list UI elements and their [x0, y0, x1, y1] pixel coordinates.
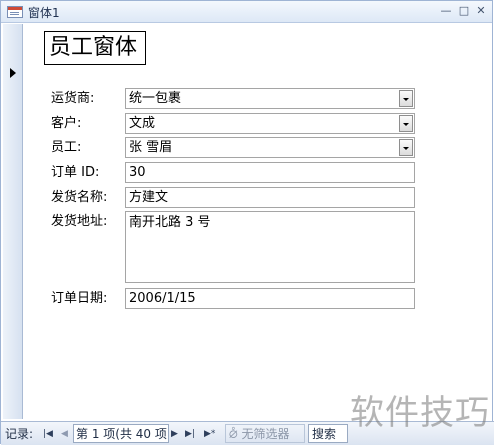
record-selector[interactable] — [3, 24, 23, 419]
ship-name-label: 发货名称: — [51, 190, 108, 205]
record-label: 记录: — [5, 427, 34, 441]
ship-address-label: 发货地址: — [51, 214, 108, 229]
form-icon — [7, 6, 23, 18]
ship-name-field[interactable]: 方建文 — [125, 187, 415, 208]
employee-combo[interactable]: 张 雪眉 — [125, 137, 415, 158]
next-record-icon[interactable]: ▶ — [171, 425, 178, 443]
employee-label: 员工: — [51, 140, 82, 155]
search-input[interactable]: 搜索 — [308, 424, 348, 443]
form-window: 窗体1 — □ ✕ 员工窗体 运货商: 统一包裹 客户: 文成 员工: 张 雪眉… — [0, 0, 494, 445]
previous-record-icon[interactable]: ◀ — [61, 425, 68, 443]
funnel-icon: ⦲ — [229, 427, 238, 441]
last-record-icon[interactable]: ▶| — [185, 425, 195, 443]
customer-combo[interactable]: 文成 — [125, 113, 415, 134]
watermark: 软件技巧 — [350, 393, 490, 433]
maximize-icon[interactable]: □ — [457, 4, 471, 18]
order-id-label: 订单 ID: — [51, 165, 100, 180]
order-date-label: 订单日期: — [51, 291, 108, 306]
current-record-arrow-icon — [10, 68, 16, 78]
ship-address-value: 南开北路 3 号 — [129, 215, 211, 230]
minimize-icon[interactable]: — — [439, 4, 453, 18]
customer-value: 文成 — [129, 116, 156, 131]
current-record-input[interactable]: 第 1 项(共 40 项 — [73, 424, 169, 443]
dropdown-arrow-icon[interactable] — [399, 90, 413, 107]
dropdown-arrow-icon[interactable] — [399, 139, 413, 156]
shipper-combo[interactable]: 统一包裹 — [125, 88, 415, 109]
shipper-value: 统一包裹 — [129, 91, 182, 106]
ship-address-field[interactable]: 南开北路 3 号 — [125, 211, 415, 283]
form-title: 员工窗体 — [44, 31, 146, 65]
close-icon[interactable]: ✕ — [474, 4, 488, 18]
order-id-field[interactable]: 30 — [125, 162, 415, 183]
dropdown-arrow-icon[interactable] — [399, 115, 413, 132]
window-title: 窗体1 — [28, 6, 60, 20]
title-bar: 窗体1 — □ ✕ — [1, 1, 492, 23]
customer-label: 客户: — [51, 116, 82, 131]
new-record-icon[interactable]: ▶* — [204, 425, 215, 443]
shipper-label: 运货商: — [51, 91, 95, 106]
filter-label: 无筛选器 — [241, 427, 290, 441]
first-record-icon[interactable]: |◀ — [43, 425, 53, 443]
order-date-value: 2006/1/15 — [129, 291, 196, 306]
ship-name-value: 方建文 — [129, 190, 169, 205]
filter-indicator[interactable]: ⦲ 无筛选器 — [225, 424, 305, 443]
order-date-field[interactable]: 2006/1/15 — [125, 288, 415, 309]
employee-value: 张 雪眉 — [129, 140, 173, 155]
order-id-value: 30 — [129, 165, 146, 180]
